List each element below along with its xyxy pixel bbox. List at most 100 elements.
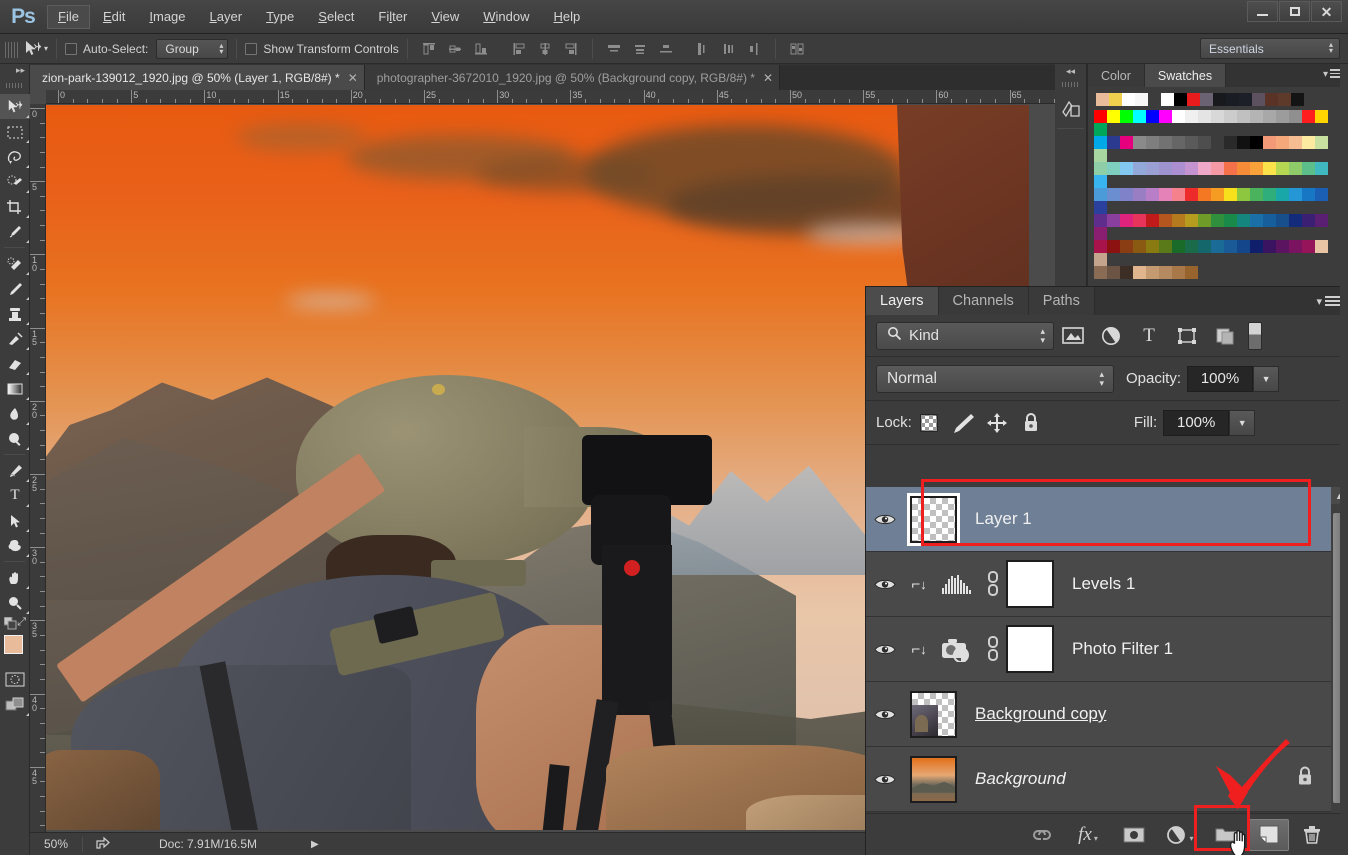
eyedropper-tool[interactable] (0, 219, 30, 244)
color-swatch[interactable] (1159, 136, 1172, 149)
filter-type-layers-icon[interactable]: T (1130, 321, 1168, 351)
menu-type[interactable]: Type (255, 5, 305, 29)
zoom-tool[interactable] (0, 590, 30, 615)
color-swatch[interactable] (1224, 136, 1237, 149)
color-swatch[interactable] (1211, 162, 1224, 175)
color-swatch[interactable] (1211, 110, 1224, 123)
path-selection-tool[interactable] (0, 508, 30, 533)
color-swatch[interactable] (1159, 110, 1172, 123)
color-swatch[interactable] (1237, 162, 1250, 175)
color-swatch[interactable] (1094, 214, 1107, 227)
menu-help[interactable]: Help (543, 5, 592, 29)
recent-swatch[interactable] (1213, 93, 1226, 106)
close-button[interactable]: ✕ (1311, 1, 1342, 22)
color-swatch[interactable] (1094, 136, 1107, 149)
swap-colors-icon[interactable]: ⤢ (17, 616, 26, 629)
share-icon[interactable] (95, 836, 111, 853)
color-swatch[interactable] (1237, 214, 1250, 227)
minimize-button[interactable] (1247, 1, 1278, 22)
vertical-ruler[interactable]: 0510152025303540455 (30, 90, 46, 832)
lock-all-icon[interactable] (1014, 409, 1048, 437)
tab-layers[interactable]: Layers (866, 287, 939, 315)
color-swatch[interactable] (1250, 214, 1263, 227)
recent-swatch[interactable] (1109, 93, 1122, 106)
color-swatch[interactable] (1133, 110, 1146, 123)
color-swatch[interactable] (1159, 162, 1172, 175)
gradient-tool[interactable] (0, 376, 30, 401)
workspace-selector[interactable]: Essentials ▴ ▾ (1200, 38, 1340, 59)
layer-mask-thumbnail[interactable] (1006, 560, 1054, 608)
lasso-tool[interactable] (0, 144, 30, 169)
filter-kind-dropdown[interactable]: Kind ▴ ▾ (876, 321, 1054, 350)
recent-swatch[interactable] (1278, 93, 1291, 106)
distribute-right-edges-icon[interactable] (741, 38, 767, 60)
color-swatch[interactable] (1172, 162, 1185, 175)
panel-menu-icon[interactable]: ▾ (1316, 295, 1340, 308)
color-swatch[interactable] (1198, 240, 1211, 253)
color-swatch[interactable] (1185, 110, 1198, 123)
color-swatch[interactable] (1146, 110, 1159, 123)
recent-swatch[interactable] (1226, 93, 1239, 106)
opacity-value[interactable]: 100% (1187, 365, 1254, 392)
color-swatch[interactable] (1289, 240, 1302, 253)
blur-tool[interactable] (0, 401, 30, 426)
dock-grip[interactable] (1062, 80, 1079, 90)
color-swatch[interactable] (1211, 214, 1224, 227)
blend-mode-dropdown[interactable]: Normal ▴ ▾ (876, 364, 1114, 393)
align-bottom-edges-icon[interactable] (468, 38, 494, 60)
color-swatch[interactable] (1107, 266, 1120, 279)
collapse-panels-icon[interactable]: ◂◂ (1055, 64, 1086, 78)
color-swatch[interactable] (1237, 240, 1250, 253)
color-swatch[interactable] (1302, 136, 1315, 149)
tab-color[interactable]: Color (1088, 64, 1145, 87)
color-swatch[interactable] (1211, 136, 1224, 149)
color-swatch[interactable] (1211, 188, 1224, 201)
recent-swatches-row[interactable] (1088, 87, 1348, 108)
color-swatch[interactable] (1315, 162, 1328, 175)
recent-swatch[interactable] (1122, 93, 1135, 106)
foreground-color-swatch[interactable] (4, 635, 23, 654)
hand-tool[interactable] (0, 565, 30, 590)
color-swatch[interactable] (1185, 214, 1198, 227)
recent-swatch[interactable] (1265, 93, 1278, 106)
recent-swatch[interactable] (1252, 93, 1265, 106)
zoom-level[interactable]: 50% (30, 837, 82, 851)
recent-swatch[interactable] (1096, 93, 1109, 106)
recent-swatch[interactable] (1148, 93, 1161, 106)
recent-swatch[interactable] (1161, 93, 1174, 106)
color-swatch[interactable] (1094, 240, 1107, 253)
filter-shape-layers-icon[interactable] (1168, 321, 1206, 351)
tab-paths[interactable]: Paths (1028, 287, 1095, 315)
options-bar-grip[interactable] (4, 37, 18, 60)
fill-value[interactable]: 100% (1163, 409, 1230, 436)
layer-name[interactable]: Levels 1 (1072, 574, 1135, 594)
color-swatch[interactable] (1237, 110, 1250, 123)
color-swatch[interactable] (1094, 253, 1107, 266)
color-swatch[interactable] (1159, 266, 1172, 279)
filter-smart-objects-icon[interactable] (1206, 321, 1244, 351)
color-swatch[interactable] (1198, 214, 1211, 227)
layer-mask-link-icon[interactable] (980, 636, 1006, 662)
recent-swatch[interactable] (1174, 93, 1187, 106)
quick-mask-mode-button[interactable] (0, 667, 30, 692)
color-swatch[interactable] (1250, 110, 1263, 123)
color-swatch[interactable] (1198, 188, 1211, 201)
swatches-grid[interactable] (1088, 108, 1337, 279)
ruler-origin[interactable] (30, 90, 46, 104)
color-swatch[interactable] (1315, 136, 1328, 149)
fill-stepper[interactable]: ▼ (1229, 409, 1256, 436)
color-swatch[interactable] (1133, 240, 1146, 253)
layer-visibility-toggle[interactable] (866, 552, 904, 617)
color-swatch[interactable] (1159, 240, 1172, 253)
color-swatch[interactable] (1159, 188, 1172, 201)
color-swatch[interactable] (1120, 214, 1133, 227)
color-swatch[interactable] (1120, 162, 1133, 175)
color-swatch[interactable] (1250, 188, 1263, 201)
custom-shape-tool[interactable] (0, 533, 30, 558)
recent-swatch[interactable] (1239, 93, 1252, 106)
color-swatch[interactable] (1094, 175, 1107, 188)
close-icon[interactable]: ✕ (763, 71, 773, 85)
color-swatch[interactable] (1120, 240, 1133, 253)
color-swatch[interactable] (1107, 188, 1120, 201)
color-swatch[interactable] (1263, 136, 1276, 149)
